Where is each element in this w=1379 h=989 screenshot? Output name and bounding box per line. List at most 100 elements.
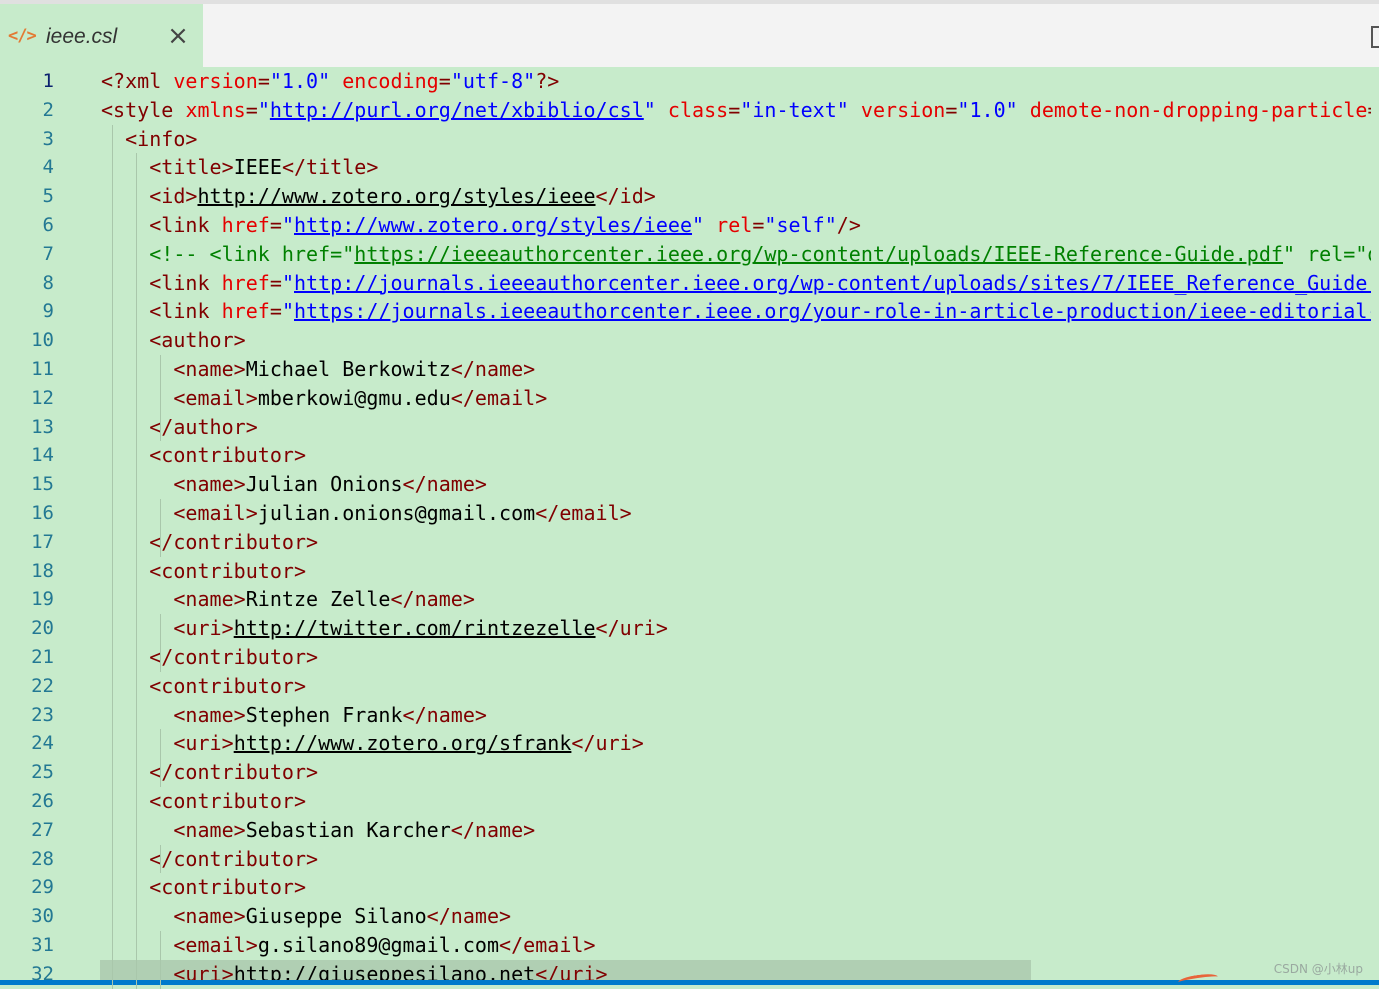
code-line[interactable]: 10 <author>: [0, 326, 1379, 355]
code-token: ": [692, 213, 705, 237]
code-token: </contributor>: [149, 645, 319, 669]
line-number: 14: [31, 444, 54, 467]
code-token[interactable]: http://purl.org/net/xbiblio/csl: [270, 98, 644, 122]
line-code: </contributor>: [101, 845, 1371, 874]
code-line[interactable]: 6 <link href="http://www.zotero.org/styl…: [0, 211, 1379, 240]
code-token: rel: [716, 213, 753, 237]
code-line[interactable]: 21 </contributor>: [0, 643, 1379, 672]
line-code: <?xml version="1.0" encoding="utf-8"?>: [101, 67, 1371, 96]
split-editor-icon[interactable]: [1371, 26, 1379, 48]
code-token: "1.0": [957, 97, 1018, 122]
code-token: http://giuseppesilano.net: [233, 961, 536, 980]
code-line[interactable]: 22 <contributor>: [0, 672, 1379, 701]
line-number: 2: [42, 98, 54, 121]
code-line[interactable]: 13 </author>: [0, 413, 1379, 442]
code-token: "self": [764, 213, 837, 237]
line-number: 24: [31, 732, 54, 755]
code-token: <uri>: [173, 616, 234, 641]
code-line[interactable]: 1 <?xml version="1.0" encoding="utf-8"?>: [0, 67, 1379, 96]
line-code: <link href="https://journals.ieeeauthorc…: [101, 297, 1371, 326]
code-line[interactable]: 16 <email>julian.onions@gmail.com</email…: [0, 499, 1379, 528]
line-number: 16: [31, 502, 54, 524]
code-line[interactable]: 26 <contributor>: [0, 787, 1379, 816]
code-token: =: [728, 97, 741, 122]
line-code: <name>Sebastian Karcher</name>: [101, 816, 1371, 845]
code-line[interactable]: 30 <name>Giuseppe Silano</name>: [0, 902, 1379, 931]
code-token: <contributor>: [149, 673, 307, 698]
xml-file-icon: </>: [8, 26, 37, 46]
line-number: 30: [31, 905, 54, 928]
code-token[interactable]: http://journals.ieeeauthorcenter.ieee.or…: [294, 271, 1371, 295]
line-number: 31: [31, 934, 54, 956]
code-token: href: [221, 270, 270, 295]
code-line[interactable]: 32 <uri>http://giuseppesilano.net</uri>: [0, 959, 1379, 980]
line-number: 19: [31, 588, 54, 611]
code-token: </email>: [535, 501, 632, 525]
code-line[interactable]: 9 <link href="https://journals.ieeeautho…: [0, 297, 1379, 326]
code-line[interactable]: 31 <email>g.silano89@gmail.com</email>: [0, 931, 1379, 960]
code-line[interactable]: 24 <uri>http://www.zotero.org/sfrank</ur…: [0, 729, 1379, 758]
line-number: 12: [31, 386, 54, 409]
code-token[interactable]: http://twitter.com/rintzezelle: [234, 616, 596, 640]
line-code: </contributor>: [101, 643, 1371, 672]
code-line[interactable]: 17 </contributor>: [0, 528, 1379, 557]
code-line[interactable]: 2 <style xmlns="http://purl.org/net/xbibl…: [0, 96, 1379, 125]
code-token: </name>: [450, 357, 536, 381]
code-token: "1.0": [269, 69, 331, 93]
code-line[interactable]: 4 <title>IEEE</title>: [0, 153, 1379, 182]
code-token: <!-- <link href=": [149, 241, 355, 266]
code-token: </email>: [499, 933, 596, 957]
line-code: <email>mberkowi@gmu.edu</email>: [101, 384, 1371, 413]
indent-guide: [160, 499, 161, 557]
code-token: <?xml: [101, 69, 174, 93]
line-code: <author>: [101, 326, 1371, 355]
code-line[interactable]: 20 <uri>http://twitter.com/rintzezelle</…: [0, 614, 1379, 643]
line-number: 32: [31, 962, 54, 980]
close-icon[interactable]: ×: [166, 23, 190, 49]
line-code: <contributor>: [101, 787, 1371, 816]
code-line[interactable]: 18 <contributor>: [0, 557, 1379, 586]
tab-ieee-csl[interactable]: </> ieee.csl ×: [0, 4, 203, 71]
code-token: encoding: [342, 69, 439, 93]
code-line[interactable]: 15 <name>Julian Onions</name>: [0, 470, 1379, 499]
code-token[interactable]: http://www.zotero.org/styles/ieee: [294, 213, 692, 237]
code-token: <contributor>: [149, 875, 307, 900]
code-line[interactable]: 28 </contributor>: [0, 845, 1379, 874]
code-line[interactable]: 29 <contributor>: [0, 873, 1379, 902]
code-token: version: [860, 97, 946, 122]
code-line[interactable]: 11 <name>Michael Berkowitz</name>: [0, 355, 1379, 384]
code-line[interactable]: 8 <link href="http://journals.ieeeauthor…: [0, 269, 1379, 298]
code-line[interactable]: 23 <name>Stephen Frank</name>: [0, 701, 1379, 730]
code-token: Sebastian Karcher: [245, 817, 451, 842]
code-token[interactable]: https://journals.ieeeauthorcenter.ieee.o…: [294, 299, 1371, 323]
code-line[interactable]: 12 <email>mberkowi@gmu.edu</email>: [0, 384, 1379, 413]
code-line[interactable]: 19 <name>Rintze Zelle</name>: [0, 585, 1379, 614]
line-code: <style xmlns="http://purl.org/net/xbibli…: [101, 96, 1371, 125]
code-token[interactable]: http://www.zotero.org/styles/ieee: [198, 184, 596, 208]
code-token[interactable]: https://ieeeauthorcenter.ieee.org/wp-con…: [354, 242, 1283, 266]
code-token: </uri>: [571, 731, 644, 756]
code-line[interactable]: 25 </contributor>: [0, 758, 1379, 787]
tab-bar: </> ieee.csl ×: [0, 0, 1379, 71]
code-token: </author>: [149, 414, 258, 439]
code-token[interactable]: http://www.zotero.org/sfrank: [234, 731, 572, 755]
line-code: <email>julian.onions@gmail.com</email>: [101, 499, 1371, 528]
code-line[interactable]: 7 <!-- <link href="https://ieeeauthorcen…: [0, 240, 1379, 269]
code-line[interactable]: 27 <name>Sebastian Karcher</name>: [0, 816, 1379, 845]
code-line[interactable]: 3 <info>: [0, 125, 1379, 154]
code-line[interactable]: 14 <contributor>: [0, 441, 1379, 470]
line-code: <name>Giuseppe Silano</name>: [101, 902, 1371, 931]
code-token: </contributor>: [149, 846, 319, 871]
code-line[interactable]: 5 <id>http://www.zotero.org/styles/ieee<…: [0, 182, 1379, 211]
code-token: <contributor>: [149, 789, 307, 813]
indent-guide: [112, 124, 113, 989]
code-editor[interactable]: 1 <?xml version="1.0" encoding="utf-8"?> 2…: [0, 67, 1379, 980]
